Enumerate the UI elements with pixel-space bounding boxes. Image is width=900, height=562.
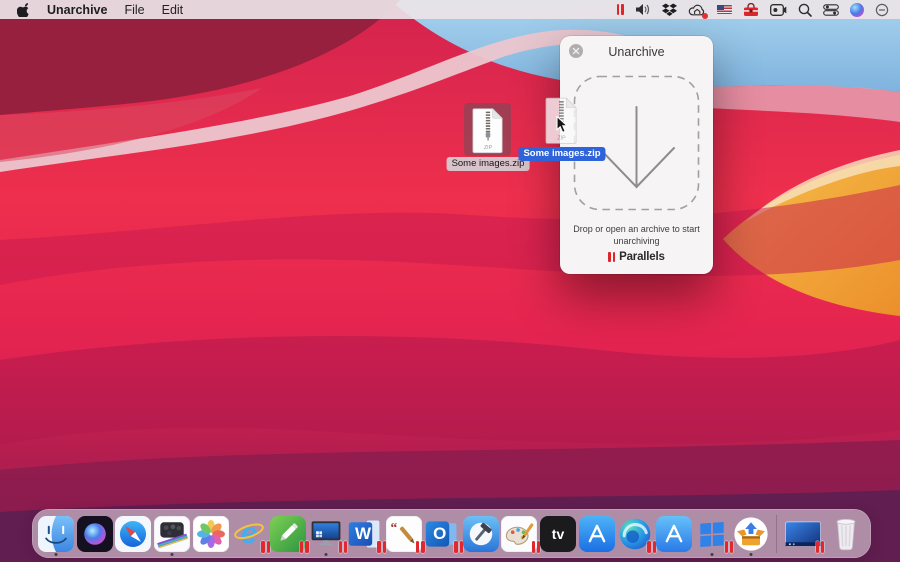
running-indicator bbox=[325, 553, 328, 556]
dock-item-app-store[interactable] bbox=[577, 509, 616, 558]
dock-divider bbox=[770, 509, 782, 558]
dock-item-windows-start[interactable] bbox=[693, 509, 732, 558]
parallels-badge-icon bbox=[816, 541, 825, 553]
dock-item-green-notes-app[interactable] bbox=[269, 509, 308, 558]
parallels-logo: Parallels bbox=[560, 251, 713, 263]
dock-item-windows-vm[interactable] bbox=[307, 509, 346, 558]
dock-item-unarchiver[interactable] bbox=[732, 509, 771, 558]
dock-item-trash[interactable] bbox=[824, 509, 868, 558]
dock-item-safari[interactable] bbox=[114, 509, 153, 558]
spotlight-icon[interactable] bbox=[798, 2, 812, 18]
dock-item-minimized-windows-window[interactable] bbox=[782, 509, 824, 558]
volume-icon[interactable] bbox=[635, 2, 651, 18]
dock-item-photo-booth[interactable] bbox=[153, 509, 192, 558]
parallels-logo-icon bbox=[608, 252, 615, 262]
svg-text:“: “ bbox=[390, 520, 397, 535]
dock-item-finder[interactable] bbox=[37, 509, 76, 558]
running-indicator bbox=[749, 553, 752, 556]
parallels-menu-icon[interactable] bbox=[617, 2, 624, 18]
parallels-logo-text: Parallels bbox=[619, 251, 665, 263]
dock-item-edge[interactable] bbox=[616, 509, 655, 558]
menu-app-name[interactable]: Unarchive bbox=[47, 3, 107, 17]
dock-item-paint[interactable] bbox=[500, 509, 539, 558]
menu-edit[interactable]: Edit bbox=[162, 3, 184, 17]
dock-item-outlook[interactable]: O bbox=[423, 509, 462, 558]
dock-item-photos[interactable] bbox=[191, 509, 230, 558]
tv-glyph: tv bbox=[540, 516, 576, 552]
drop-hint-text: Drop or open an archive to start unarchi… bbox=[570, 224, 703, 247]
us-flag-input-icon[interactable] bbox=[717, 5, 732, 15]
minus-circle-icon[interactable] bbox=[875, 2, 889, 18]
zip-type-label: ZIP bbox=[484, 145, 493, 151]
dock-item-siri[interactable] bbox=[76, 509, 115, 558]
siri-menu-icon[interactable] bbox=[850, 3, 864, 17]
cursor bbox=[556, 116, 570, 139]
dragged-file-name: Some images.zip bbox=[518, 147, 605, 161]
screen-record-icon[interactable] bbox=[770, 2, 787, 18]
dock: e bbox=[32, 509, 871, 558]
running-indicator bbox=[171, 553, 174, 556]
down-arrow-icon bbox=[599, 107, 674, 187]
cloud-home-icon[interactable] bbox=[688, 2, 706, 18]
apple-menu-icon[interactable] bbox=[17, 2, 30, 17]
dock-item-xcode[interactable] bbox=[462, 509, 501, 558]
dock-item-app-store-2[interactable] bbox=[655, 509, 694, 558]
window-title: Unarchive bbox=[560, 45, 713, 59]
menu-file[interactable]: File bbox=[124, 3, 144, 17]
parallels-toolbox-icon[interactable] bbox=[743, 2, 759, 18]
menu-bar: Unarchive File Edit bbox=[0, 0, 900, 19]
zip-file-icon[interactable]: ZIP bbox=[471, 107, 505, 159]
wallpaper bbox=[0, 0, 900, 562]
dock-item-internet-explorer[interactable]: e bbox=[230, 509, 269, 558]
running-indicator bbox=[55, 553, 58, 556]
dock-item-wordpad[interactable]: “ bbox=[384, 509, 423, 558]
dock-item-word[interactable]: W bbox=[346, 509, 385, 558]
selected-file-name[interactable]: Some images.zip bbox=[447, 157, 530, 171]
dropbox-icon[interactable] bbox=[662, 2, 677, 18]
archive-drop-zone[interactable] bbox=[573, 75, 700, 211]
running-indicator bbox=[711, 553, 714, 556]
control-center-icon[interactable] bbox=[823, 2, 839, 18]
dock-item-apple-tv[interactable]: tv bbox=[539, 509, 578, 558]
desktop-screen: Unarchive File Edit bbox=[0, 0, 900, 562]
